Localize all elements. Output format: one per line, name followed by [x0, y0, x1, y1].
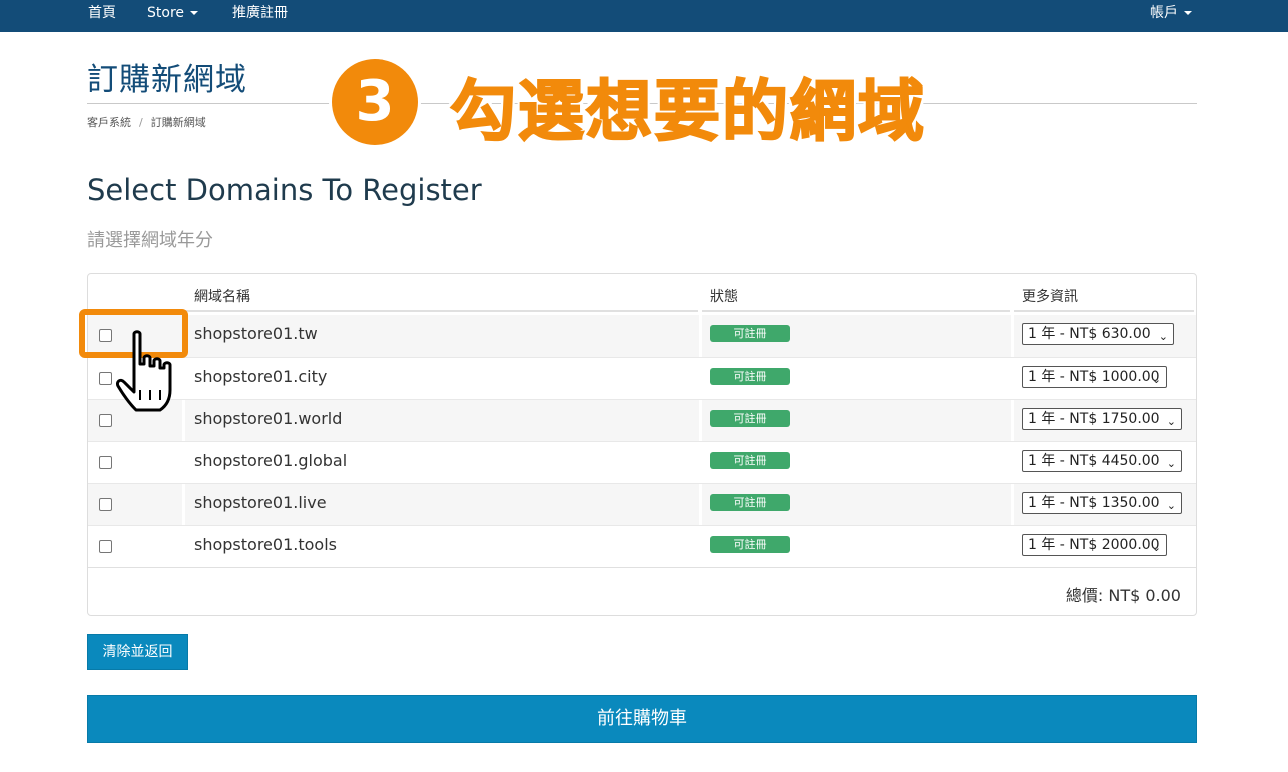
- total-divider: [88, 567, 1196, 568]
- period-select-value: 1 年 - NT$ 1350.00: [1028, 495, 1160, 511]
- nav-affiliate-label: 推廣註冊: [232, 5, 288, 21]
- nav-home-label: 首頁: [88, 5, 116, 21]
- period-select[interactable]: 1 年 - NT$ 630.00 ⌄: [1022, 323, 1174, 345]
- cell-divider: [699, 484, 702, 526]
- chevron-down-icon: ⌄: [1151, 373, 1161, 386]
- nav-home-link[interactable]: 首頁: [88, 0, 116, 28]
- period-select-value: 1 年 - NT$ 630.00: [1028, 326, 1151, 342]
- clear-and-return-button[interactable]: 清除並返回: [87, 634, 188, 670]
- period-select-value: 1 年 - NT$ 1750.00: [1028, 411, 1160, 427]
- domain-name: shopstore01.live: [194, 493, 327, 512]
- period-select[interactable]: 1 年 - NT$ 2000.00 ⌄: [1022, 534, 1167, 556]
- domain-name: shopstore01.global: [194, 451, 348, 470]
- step-instruction: 勾選想要的網域: [449, 72, 926, 151]
- cell-divider: [1011, 315, 1014, 357]
- table-row: shopstore01.tools 可註冊 1 年 - NT$ 2000.00 ⌄: [88, 526, 1196, 568]
- cell-divider: [1011, 484, 1014, 526]
- domain-checkbox[interactable]: [99, 498, 112, 511]
- nav-store-label: Store: [147, 5, 185, 21]
- cell-divider: [182, 400, 185, 442]
- status-badge: 可註冊: [710, 410, 790, 427]
- column-header-domain: 網域名稱: [194, 289, 250, 305]
- domain-name: shopstore01.tools: [194, 535, 337, 554]
- header-underline: [1014, 310, 1194, 312]
- breadcrumb: 客戶系統 / 訂購新網域: [87, 114, 206, 130]
- status-badge: 可註冊: [710, 494, 790, 511]
- caret-down-icon: [190, 11, 199, 15]
- breadcrumb-separator: /: [139, 116, 143, 129]
- chevron-down-icon: ⌄: [1151, 541, 1161, 554]
- period-select-value: 1 年 - NT$ 2000.00: [1028, 537, 1160, 553]
- table-row: shopstore01.live 可註冊 1 年 - NT$ 1350.00 ⌄: [88, 484, 1196, 526]
- nav-affiliate-link[interactable]: 推廣註冊: [232, 0, 288, 28]
- period-select[interactable]: 1 年 - NT$ 1000.00 ⌄: [1022, 366, 1167, 388]
- step-number-badge: 3: [332, 59, 418, 145]
- chevron-down-icon: ⌄: [1166, 415, 1176, 428]
- cell-divider: [699, 400, 702, 442]
- domain-name: shopstore01.world: [194, 409, 343, 428]
- nav-store-dropdown[interactable]: Store: [147, 0, 199, 28]
- page-title: 訂購新網域: [87, 62, 247, 98]
- nav-account-label: 帳戶: [1150, 5, 1178, 21]
- breadcrumb-current: 訂購新網域: [150, 116, 206, 129]
- domain-checkbox[interactable]: [99, 540, 112, 553]
- period-select-value: 1 年 - NT$ 1000.00: [1028, 369, 1160, 385]
- header-underline: [184, 310, 698, 312]
- cell-divider: [699, 315, 702, 357]
- chevron-down-icon: ⌄: [1166, 499, 1176, 512]
- table-row: shopstore01.tw 可註冊 1 年 - NT$ 630.00 ⌄: [88, 315, 1196, 357]
- domain-checkbox[interactable]: [99, 456, 112, 469]
- column-header-status: 狀態: [710, 289, 738, 305]
- section-heading: Select Domains To Register: [87, 173, 482, 207]
- caret-down-icon: [1184, 11, 1192, 15]
- table-row: shopstore01.global 可註冊 1 年 - NT$ 4450.00…: [88, 442, 1196, 484]
- period-select[interactable]: 1 年 - NT$ 1750.00 ⌄: [1022, 408, 1182, 430]
- nav-account-dropdown[interactable]: 帳戶: [1150, 0, 1192, 28]
- chevron-down-icon: ⌄: [1158, 330, 1168, 343]
- table-row: shopstore01.city 可註冊 1 年 - NT$ 1000.00 ⌄: [88, 358, 1196, 400]
- cell-divider: [182, 484, 185, 526]
- chevron-down-icon: ⌄: [1166, 457, 1176, 470]
- table-row: shopstore01.world 可註冊 1 年 - NT$ 1750.00 ⌄: [88, 400, 1196, 442]
- period-select[interactable]: 1 年 - NT$ 1350.00 ⌄: [1022, 492, 1182, 514]
- period-select[interactable]: 1 年 - NT$ 4450.00 ⌄: [1022, 450, 1182, 472]
- header-underline: [702, 310, 1010, 312]
- status-badge: 可註冊: [710, 452, 790, 469]
- breadcrumb-client-area[interactable]: 客戶系統: [87, 116, 131, 129]
- total-price: 總價: NT$ 0.00: [1065, 586, 1181, 605]
- column-header-more-info: 更多資訊: [1022, 289, 1078, 305]
- status-badge: 可註冊: [710, 536, 790, 553]
- hand-pointer-icon: [116, 330, 172, 412]
- domain-table-panel: 網域名稱 狀態 更多資訊 shopstore01.tw 可註冊 1 年 - NT…: [87, 273, 1197, 616]
- status-badge: 可註冊: [710, 368, 790, 385]
- section-subheading: 請選擇網域年分: [87, 230, 213, 251]
- period-select-value: 1 年 - NT$ 4450.00: [1028, 453, 1160, 469]
- domain-checkbox[interactable]: [99, 414, 112, 427]
- status-badge: 可註冊: [710, 325, 790, 342]
- cell-divider: [1011, 400, 1014, 442]
- domain-name: shopstore01.tw: [194, 324, 318, 343]
- top-navbar: 首頁 Store 推廣註冊 帳戶: [0, 0, 1288, 32]
- domain-checkbox[interactable]: [99, 372, 112, 385]
- go-to-cart-button[interactable]: 前往購物車: [87, 695, 1197, 743]
- domain-name: shopstore01.city: [194, 367, 328, 386]
